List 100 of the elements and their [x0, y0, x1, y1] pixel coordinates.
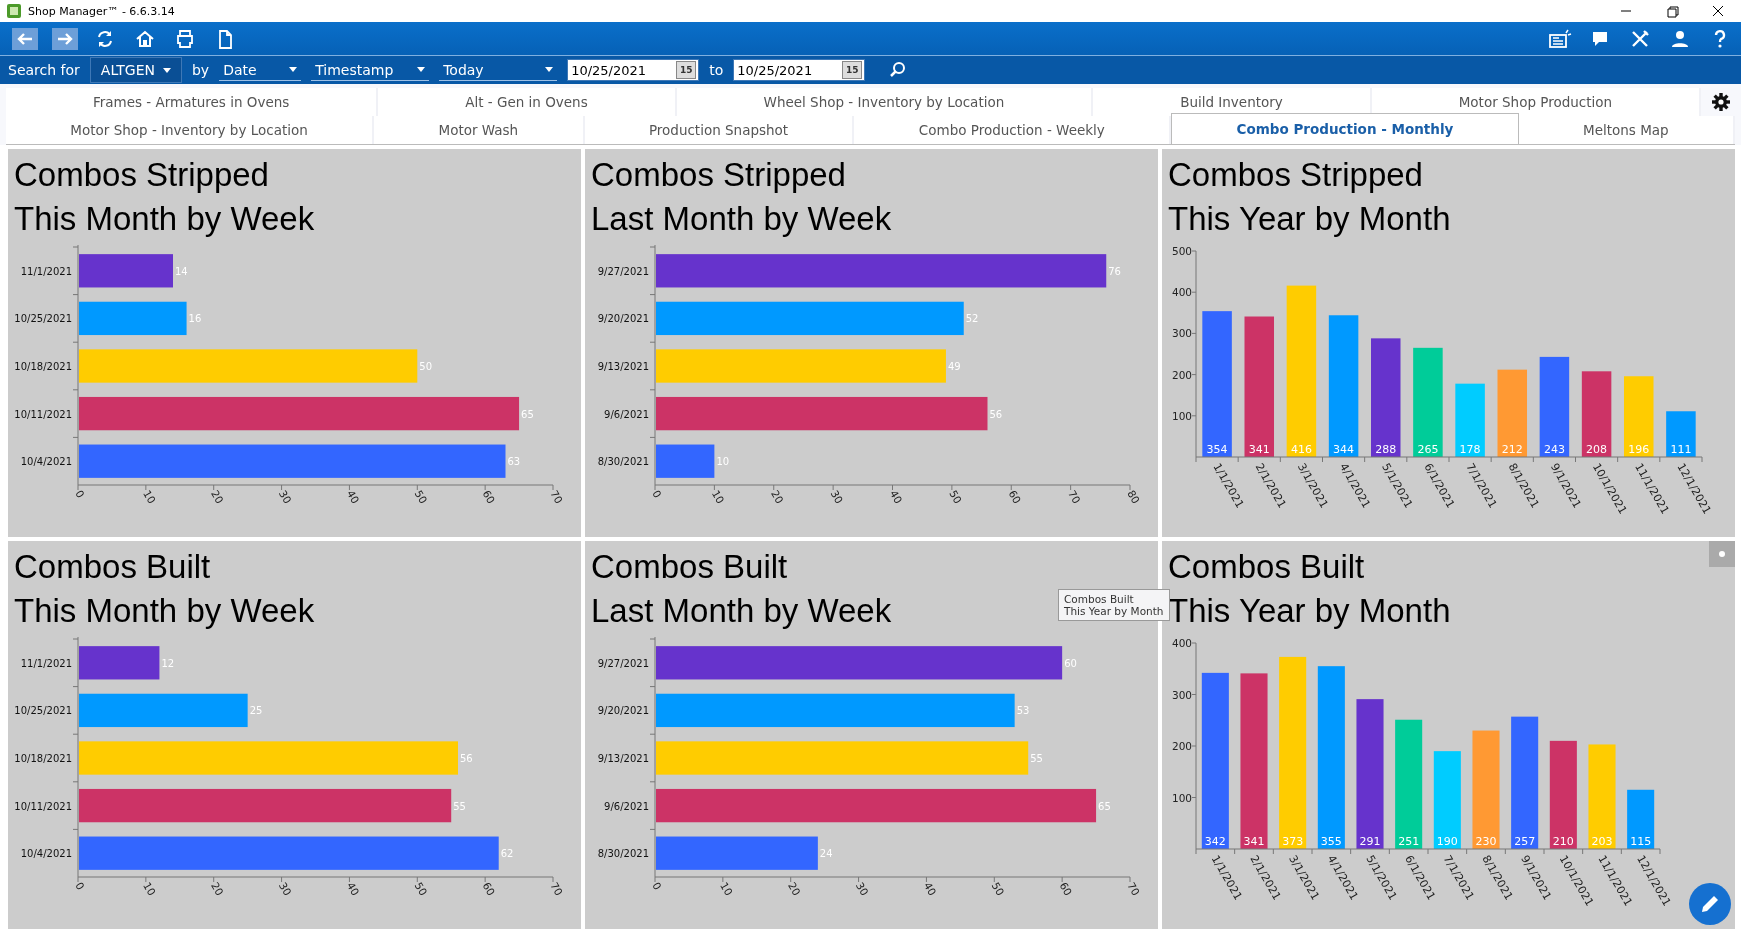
dot-icon [1719, 551, 1725, 557]
pencil-icon [1699, 893, 1721, 915]
to-label: to [709, 62, 724, 78]
value-label: 341 [1243, 835, 1265, 848]
tab[interactable]: Alt - Gen in Ovens [378, 88, 677, 116]
timestamp-dropdown[interactable]: Timestamp [311, 59, 430, 81]
date-field[interactable]: 10/25/2021 15 [733, 59, 866, 81]
caret-icon [417, 67, 426, 72]
tooltip-text: Combos Built [1064, 593, 1135, 605]
tick-label: 40 [344, 488, 362, 506]
axis-label: 9/20/2021 [597, 705, 649, 717]
value-label: 212 [1501, 443, 1523, 456]
search-label: Search for [8, 62, 80, 78]
value-label: 341 [1248, 443, 1270, 456]
tick-label: 50 [989, 880, 1007, 898]
tab[interactable]: Meltons Map [1518, 116, 1736, 144]
tick-label: 20 [769, 488, 787, 506]
chart-title: Last Month by Week [591, 591, 892, 631]
axis-label: 11/1/2021 [20, 657, 72, 669]
tick-label: 10 [141, 488, 159, 506]
caret-icon [545, 67, 554, 72]
forward-icon[interactable] [52, 27, 78, 50]
calendar-button[interactable]: 15 [842, 61, 863, 79]
value-label: 190 [1436, 835, 1458, 848]
axis-label: 10/18/2021 [14, 361, 72, 372]
axis-label: 9/6/2021 [604, 408, 649, 420]
settings-icon[interactable] [1711, 92, 1732, 112]
chart-title: This Year by Month [1168, 591, 1451, 631]
value-label: 178 [1459, 443, 1481, 456]
value-label: 196 [1628, 443, 1650, 456]
chart-title: This Year by Month [1168, 199, 1451, 239]
value-label: 203 [1591, 835, 1613, 848]
tab[interactable]: Wheel Shop - Inventory by Location [676, 88, 1094, 116]
tick-label: 100 [1171, 409, 1192, 422]
caret-icon [163, 67, 171, 73]
value-label: 111 [1670, 443, 1692, 456]
tick-label: 20 [209, 488, 227, 506]
chart-title: Combos Built [1168, 547, 1365, 587]
chart-title: Combos Stripped [591, 155, 846, 195]
edit-button[interactable] [1689, 883, 1731, 925]
tab[interactable]: Frames - Armatures in Ovens [6, 88, 379, 116]
tick-label: 100 [1171, 791, 1192, 804]
axis-label: 9/13/2021 [597, 361, 649, 372]
tick-label: 50 [412, 488, 430, 506]
tick-label: 30 [276, 488, 294, 506]
axis-label: 9/27/2021 [597, 657, 649, 669]
tick-label: 40 [344, 880, 362, 898]
axis-label: 10/25/2021 [14, 705, 72, 717]
tab[interactable]: Motor Shop Production [1371, 88, 1702, 116]
tick-label: 70 [548, 488, 566, 506]
axis-label: 9/20/2021 [597, 313, 649, 325]
value-label: 354 [1206, 443, 1228, 456]
value-label: 288 [1375, 443, 1397, 456]
tick-label: 400 [1171, 637, 1192, 649]
tick-label: 0 [73, 488, 87, 500]
chart-title: This Month by Week [14, 199, 315, 239]
app-logo-icon [6, 3, 22, 19]
tick-label: 60 [1006, 488, 1024, 506]
tab[interactable]: Combo Production - Monthly [1171, 113, 1519, 144]
axis-label: 10/11/2021 [14, 408, 72, 420]
tick-label: 60 [1057, 880, 1075, 898]
tab[interactable]: Combo Production - Weekly [854, 116, 1172, 144]
tick-label: 20 [209, 880, 227, 898]
tab[interactable]: Motor Shop - Inventory by Location [6, 116, 375, 144]
chart-title: Combos Built [591, 547, 788, 587]
axis-label: 10/4/2021 [20, 848, 72, 860]
axis-label: 9/27/2021 [597, 265, 649, 277]
value-label: 342 [1204, 835, 1226, 848]
tab[interactable]: Build Inventory [1093, 88, 1372, 116]
tick-label: 30 [853, 880, 871, 898]
date-field[interactable]: 10/25/2021 15 [567, 59, 700, 81]
axis-label: 10/25/2021 [14, 313, 72, 325]
tick-label: 10 [141, 880, 159, 898]
range-dropdown[interactable]: Today [439, 59, 558, 81]
tick-label: 60 [480, 880, 498, 898]
axis-label: 10/11/2021 [14, 800, 72, 812]
tick-label: 20 [786, 880, 804, 898]
tick-label: 0 [650, 488, 664, 500]
tab[interactable]: Motor Wash [374, 116, 585, 144]
tab[interactable]: Production Snapshot [584, 116, 855, 144]
tick-label: 30 [276, 880, 294, 898]
tick-label: 70 [1125, 880, 1143, 898]
axis-label: 10/18/2021 [14, 753, 72, 764]
value-label: 208 [1586, 443, 1608, 456]
value-label: 257 [1514, 835, 1536, 848]
value-label: 115 [1630, 835, 1652, 848]
value-label: 243 [1543, 443, 1565, 456]
tick-label: 0 [650, 880, 664, 892]
customer-dropdown[interactable]: ALTGEN [89, 57, 182, 83]
field-dropdown[interactable]: Date [219, 59, 302, 81]
tick-label: 40 [887, 488, 905, 506]
back-icon[interactable] [12, 27, 38, 50]
axis-label: 9/6/2021 [604, 800, 649, 812]
axis-label: 11/1/2021 [20, 265, 72, 277]
search-icon[interactable] [889, 61, 908, 79]
chart-title: This Month by Week [14, 591, 315, 631]
calendar-button[interactable]: 15 [676, 61, 697, 79]
tick-label: 200 [1171, 740, 1192, 752]
axis-label: 8/30/2021 [597, 848, 649, 860]
newspaper-icon[interactable] [1547, 27, 1573, 50]
